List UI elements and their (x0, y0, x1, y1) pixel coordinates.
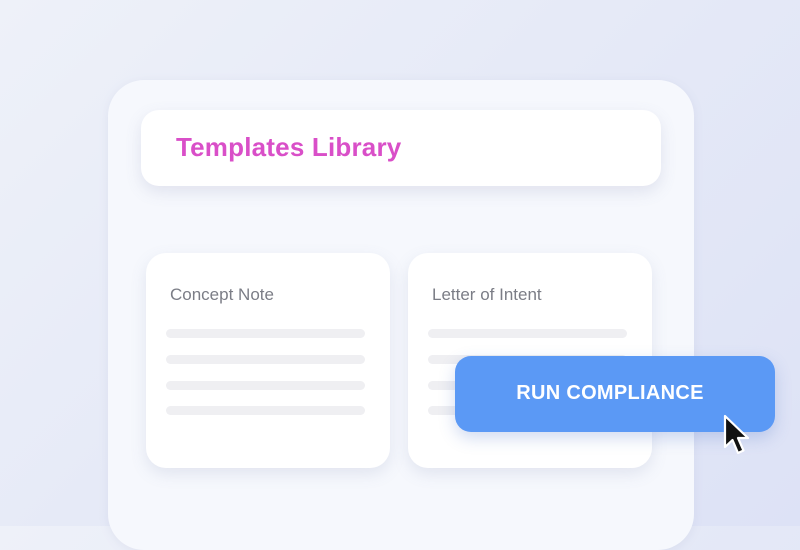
template-card-title: Concept Note (170, 285, 274, 304)
template-card-concept-note[interactable]: Concept Note (146, 253, 390, 468)
placeholder-line (166, 381, 365, 390)
placeholder-line (428, 329, 627, 338)
placeholder-line (166, 355, 365, 364)
placeholder-line (166, 329, 365, 338)
page-title: Templates Library (176, 132, 402, 162)
mouse-pointer-icon (723, 414, 750, 455)
template-card-title: Letter of Intent (432, 285, 542, 304)
placeholder-line (166, 406, 365, 415)
header-card: Templates Library (141, 110, 661, 186)
